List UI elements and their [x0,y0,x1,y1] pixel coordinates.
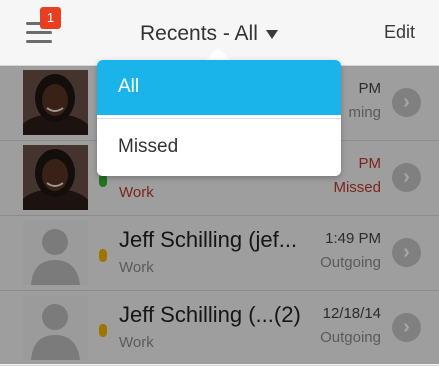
recents-filter-toggle[interactable]: Recents - All [140,20,278,48]
page-title: Recents - All [140,22,258,45]
filter-option-missed[interactable]: Missed [97,120,341,175]
dropdown-pointer [206,48,230,60]
edit-button[interactable]: Edit [384,22,415,43]
notification-badge: 1 [40,7,61,29]
filter-option-all[interactable]: All [97,60,341,115]
option-label: Missed [118,136,179,157]
filter-dropdown: All Missed [97,60,341,176]
divider [97,118,341,119]
caret-down-icon [265,29,278,39]
option-label: All [118,76,140,97]
